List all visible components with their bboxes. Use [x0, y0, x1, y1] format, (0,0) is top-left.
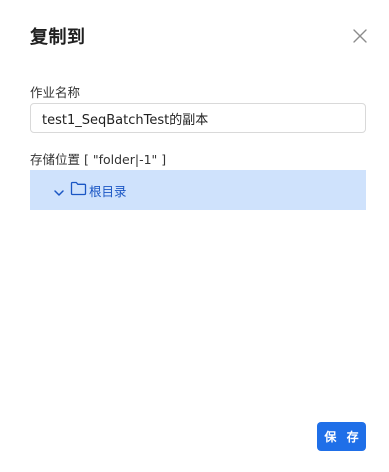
chevron-down-icon[interactable]	[53, 184, 65, 196]
job-name-label: 作业名称	[30, 85, 81, 100]
tree-node-root[interactable]: 根目录	[30, 170, 366, 210]
tree-node-label: 根目录	[89, 184, 127, 199]
save-button[interactable]: 保 存	[317, 422, 366, 451]
job-name-input[interactable]	[30, 103, 366, 133]
dialog-title: 复制到	[30, 27, 86, 48]
close-icon[interactable]	[351, 27, 369, 45]
storage-location-label: 存储位置 [ "folder|-1" ]	[30, 152, 167, 167]
folder-icon	[70, 181, 87, 196]
copy-to-dialog: 复制到 作业名称 存储位置 [ "folder|-1" ] 根目录 保 存	[0, 0, 389, 472]
